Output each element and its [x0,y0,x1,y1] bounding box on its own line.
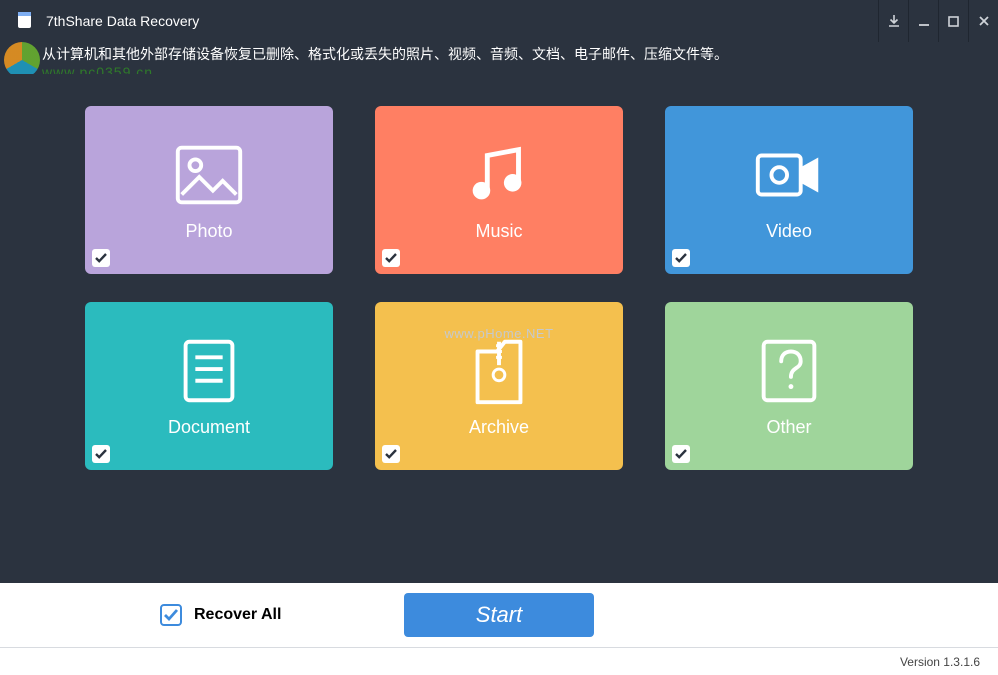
archive-icon [460,335,538,407]
close-icon[interactable] [968,0,998,42]
start-button-label: Start [476,602,522,628]
tile-document[interactable]: Document [85,302,333,470]
tile-checkbox[interactable] [672,249,690,267]
watermark-logo [4,42,40,78]
tile-label: Archive [469,417,529,438]
document-icon [170,335,248,407]
tile-label: Other [766,417,811,438]
maximize-icon[interactable] [938,0,968,42]
download-icon[interactable] [878,0,908,42]
tile-checkbox[interactable] [382,249,400,267]
tile-music[interactable]: Music [375,106,623,274]
tile-photo[interactable]: Photo [85,106,333,274]
music-icon [460,139,538,211]
tile-video[interactable]: Video [665,106,913,274]
app-description: 从计算机和其他外部存储设备恢复已删除、格式化或丢失的照片、视频、音频、文档、电子… [42,46,728,62]
tile-label: Music [475,221,522,242]
main-panel: Photo Music Video [0,74,998,583]
minimize-icon[interactable] [908,0,938,42]
tile-archive[interactable]: Archive [375,302,623,470]
header-description-row: 从计算机和其他外部存储设备恢复已删除、格式化或丢失的照片、视频、音频、文档、电子… [0,42,998,74]
app-icon [14,10,36,32]
tile-grid: Photo Music Video [60,106,938,470]
tile-label: Photo [185,221,232,242]
version-label: Version 1.3.1.6 [900,655,980,669]
photo-icon [170,139,248,211]
bottom-bar: Recover All Start [0,583,998,647]
tile-other[interactable]: Other [665,302,913,470]
footer: Version 1.3.1.6 [0,647,998,675]
tile-checkbox[interactable] [92,445,110,463]
window-controls [878,0,998,42]
tile-checkbox[interactable] [92,249,110,267]
recover-all-toggle[interactable]: Recover All [160,604,281,626]
app-title: 7thShare Data Recovery [46,13,199,29]
start-button[interactable]: Start [404,593,594,637]
titlebar: 7thShare Data Recovery [0,0,998,42]
tile-checkbox[interactable] [672,445,690,463]
other-icon [750,335,828,407]
recover-all-checkbox[interactable] [160,604,182,626]
tile-checkbox[interactable] [382,445,400,463]
video-icon [750,139,828,211]
recover-all-label: Recover All [194,606,281,624]
tile-label: Video [766,221,812,242]
tile-label: Document [168,417,250,438]
